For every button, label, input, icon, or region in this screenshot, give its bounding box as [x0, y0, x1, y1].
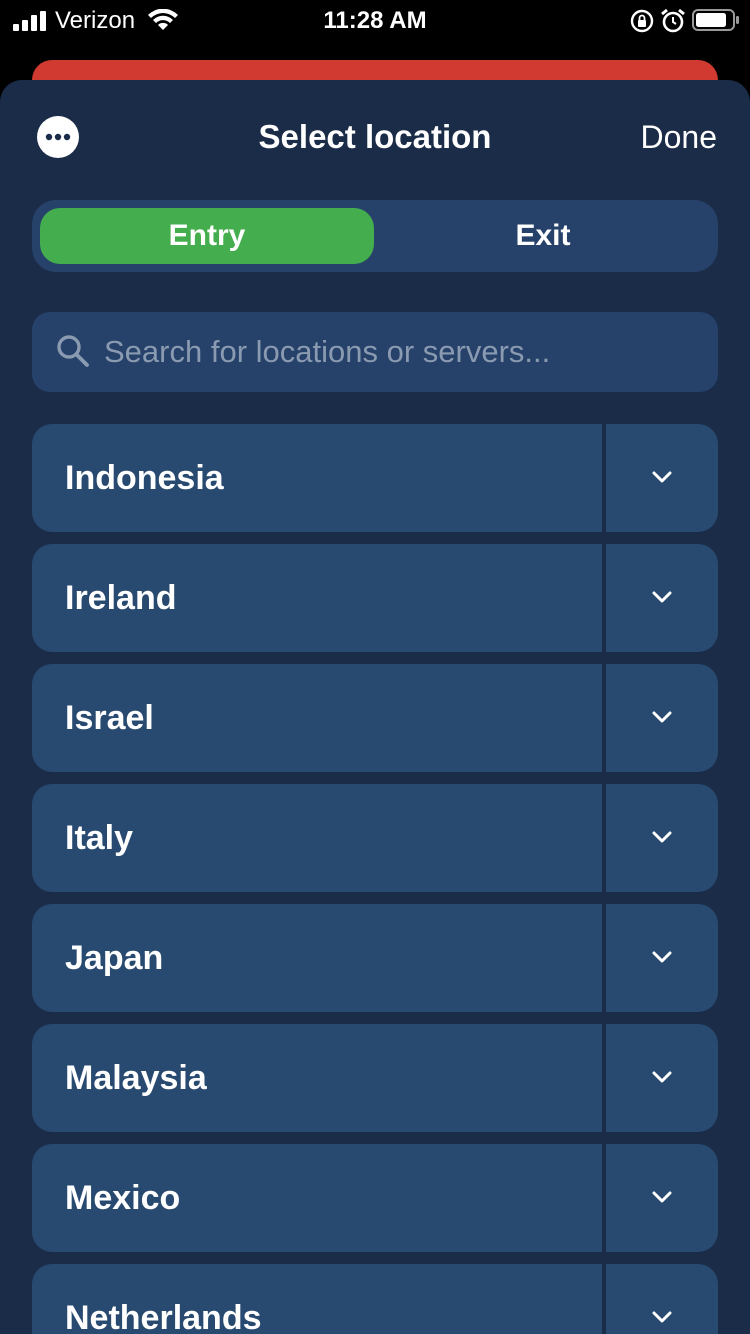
- location-label: Indonesia: [65, 459, 224, 497]
- location-row-ireland[interactable]: Ireland: [32, 544, 602, 652]
- chevron-down-icon: [652, 591, 672, 603]
- expand-button[interactable]: [606, 1144, 718, 1252]
- page-title: Select location: [258, 118, 492, 155]
- location-row-israel[interactable]: Israel: [32, 664, 602, 772]
- battery-icon: [692, 9, 739, 31]
- list-item: Italy: [32, 784, 718, 892]
- location-label: Malaysia: [65, 1059, 207, 1097]
- expand-button[interactable]: [606, 904, 718, 1012]
- location-row-indonesia[interactable]: Indonesia: [32, 424, 602, 532]
- location-row-mexico[interactable]: Mexico: [32, 1144, 602, 1252]
- entry-exit-segmented-control: Entry Exit: [32, 200, 718, 272]
- location-row-malaysia[interactable]: Malaysia: [32, 1024, 602, 1132]
- location-row-italy[interactable]: Italy: [32, 784, 602, 892]
- expand-button[interactable]: [606, 544, 718, 652]
- location-list: Indonesia Ireland Israel Italy Japan Mal…: [32, 424, 718, 1334]
- orientation-lock-icon: [630, 9, 654, 33]
- list-item: Japan: [32, 904, 718, 1012]
- location-row-netherlands[interactable]: Netherlands: [32, 1264, 602, 1334]
- status-bar: Verizon 11:28 AM: [0, 0, 750, 40]
- app-screen: Verizon 11:28 AM Select location Done En…: [0, 0, 750, 1334]
- tab-entry[interactable]: Entry: [40, 208, 374, 264]
- list-item: Indonesia: [32, 424, 718, 532]
- chevron-down-icon: [652, 471, 672, 483]
- chevron-down-icon: [652, 1071, 672, 1083]
- location-label: Mexico: [65, 1179, 181, 1217]
- list-item: Ireland: [32, 544, 718, 652]
- expand-button[interactable]: [606, 1024, 718, 1132]
- list-item: Israel: [32, 664, 718, 772]
- search-input[interactable]: [104, 312, 704, 392]
- location-label: Netherlands: [65, 1299, 262, 1334]
- expand-button[interactable]: [606, 424, 718, 532]
- location-label: Italy: [65, 819, 134, 857]
- expand-button[interactable]: [606, 784, 718, 892]
- list-item: Netherlands: [32, 1264, 718, 1334]
- location-label: Japan: [65, 939, 164, 977]
- list-item: Malaysia: [32, 1024, 718, 1132]
- chevron-down-icon: [652, 1191, 672, 1203]
- location-row-japan[interactable]: Japan: [32, 904, 602, 1012]
- select-location-sheet: Select location Done Entry Exit Indonesi…: [0, 80, 750, 1334]
- expand-button[interactable]: [606, 1264, 718, 1334]
- done-button[interactable]: Done: [641, 116, 718, 158]
- search-bar: [32, 312, 718, 392]
- chevron-down-icon: [652, 1311, 672, 1323]
- search-icon: [57, 335, 89, 367]
- expand-button[interactable]: [606, 664, 718, 772]
- list-item: Mexico: [32, 1144, 718, 1252]
- tab-exit[interactable]: Exit: [376, 208, 710, 264]
- alarm-icon: [661, 8, 685, 33]
- chevron-down-icon: [652, 711, 672, 723]
- chevron-down-icon: [652, 951, 672, 963]
- location-label: Israel: [65, 699, 154, 737]
- location-label: Ireland: [65, 579, 177, 617]
- chevron-down-icon: [652, 831, 672, 843]
